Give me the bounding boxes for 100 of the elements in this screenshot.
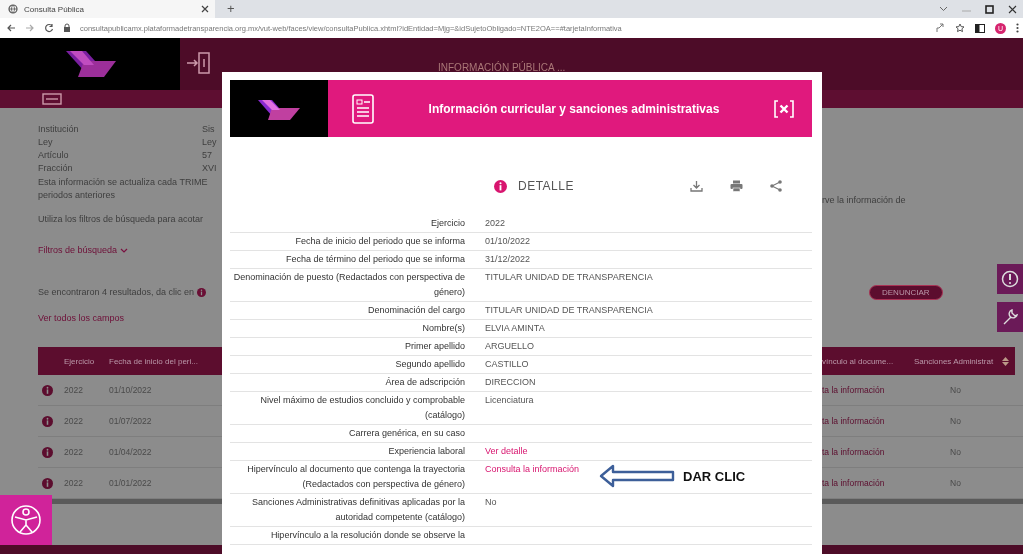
- field-label: Hipervínculo al documento que contenga la trayectoria (Redactados con perspectiva de género): [246, 463, 465, 491]
- field-label: Denominación de puesto (Redactados con perspectiva de género): [232, 271, 465, 299]
- close-icon[interactable]: [1008, 4, 1017, 14]
- all-fields-link[interactable]: Ver todos los campos: [38, 313, 125, 323]
- field-label: Hipervínculo a la resolución donde se observe la: [269, 529, 465, 542]
- table-link[interactable]: ta la información: [822, 478, 910, 488]
- menu-icon[interactable]: [1016, 23, 1019, 33]
- field-value: Licenciatura: [485, 394, 534, 407]
- field-value: ARGUELLO: [485, 340, 535, 353]
- field-label: Experiencia laboral: [387, 445, 465, 458]
- reload-icon[interactable]: [44, 23, 54, 33]
- table-cell: No: [950, 416, 961, 426]
- close-icon[interactable]: [201, 5, 209, 13]
- table-link[interactable]: ta la información: [822, 416, 910, 426]
- table-cell-text: 2022: [64, 385, 84, 395]
- fact-label: Institución: [38, 124, 80, 136]
- fact-label: Ley: [38, 137, 54, 149]
- notice-text: rve la información de: [822, 194, 906, 207]
- field-label: Fecha de inicio del periodo que se informa: [294, 235, 465, 248]
- table-cell-text: 2022: [64, 478, 84, 488]
- table-cell: No: [950, 447, 961, 457]
- info-icon: [494, 179, 507, 193]
- table-cell: No: [950, 385, 961, 395]
- dialog-title: Información curricular y sanciones administrativas: [427, 101, 721, 116]
- tools-button[interactable]: [997, 302, 1023, 332]
- share-icon[interactable]: [770, 180, 782, 192]
- field-label: Segundo apellido: [394, 358, 465, 371]
- column-header[interactable]: Fecha de inicio del peri...: [109, 356, 219, 366]
- table-cell-text: 01/10/2022: [109, 385, 153, 395]
- field-value: TITULAR UNIDAD DE TRANSPARENCIA: [485, 271, 653, 284]
- annotation-text: DAR CLIC: [683, 469, 746, 484]
- back-icon[interactable]: [6, 23, 16, 33]
- field-value: 2022: [485, 217, 506, 230]
- table-cell-text: 2022: [64, 416, 84, 426]
- alert-button[interactable]: [997, 264, 1023, 294]
- browser-tab[interactable]: Consulta Pública: [0, 0, 215, 18]
- field-link[interactable]: Consulta la información: [485, 462, 580, 477]
- field-label: Nombre(s): [421, 322, 465, 335]
- table-cell-text: 01/07/2022: [109, 416, 153, 426]
- column-header[interactable]: Ejercicio: [64, 356, 109, 366]
- star-icon[interactable]: [955, 23, 965, 33]
- sidebar-icon[interactable]: [975, 23, 985, 33]
- filter-hint: Utiliza los filtros de búsqueda para acotar: [38, 213, 204, 226]
- field-label: Sanciones Administrativas definitivas aplicadas por la autoridad competente (catálogo): [250, 496, 465, 524]
- field-value: DIRECCION: [485, 376, 536, 389]
- accessibility-button[interactable]: [0, 495, 52, 545]
- field-link[interactable]: Ver detalle: [485, 444, 528, 459]
- share-icon[interactable]: [935, 23, 945, 33]
- header-title: INFORMACIÓN PÚBLICA ...: [438, 62, 566, 73]
- field-label: Denominación del cargo: [366, 304, 465, 317]
- chevron-down-icon[interactable]: [939, 6, 948, 12]
- notice-text: Esta información se actualiza cada TRIME: [38, 176, 208, 189]
- table-link[interactable]: ta la información: [822, 385, 910, 395]
- info-icon[interactable]: [42, 415, 53, 427]
- sort-icon[interactable]: [1002, 356, 1009, 366]
- report-button[interactable]: DENUNCIAR: [869, 285, 943, 300]
- chevron-down-icon: [120, 247, 129, 253]
- field-label: Primer apellido: [403, 340, 465, 353]
- filters-link[interactable]: Filtros de búsqueda: [38, 245, 129, 255]
- fact-value: 57: [202, 150, 212, 162]
- fact-value: Ley: [202, 137, 217, 149]
- column-header[interactable]: Sanciones Administrat: [914, 356, 1002, 366]
- wrench-icon: [1001, 308, 1019, 326]
- alert-icon: [1001, 270, 1019, 288]
- maximize-icon[interactable]: [985, 4, 994, 14]
- field-value: 31/12/2022: [485, 253, 531, 266]
- info-icon[interactable]: [42, 477, 53, 489]
- document-icon: [352, 93, 374, 124]
- section-title: DETALLE: [518, 179, 574, 193]
- download-icon[interactable]: [690, 180, 703, 192]
- field-label: Área de adscripción: [384, 376, 465, 389]
- info-icon: [197, 288, 207, 297]
- fact-label: Fracción: [38, 163, 74, 175]
- field-value: TITULAR UNIDAD DE TRANSPARENCIA: [485, 304, 653, 317]
- table-cell-text: 01/04/2022: [109, 447, 153, 457]
- info-icon[interactable]: [42, 446, 53, 458]
- field-value: CASTILLO: [485, 358, 529, 371]
- field-label: Carrera genérica, en su caso: [347, 427, 465, 440]
- fact-value: XVI: [202, 163, 217, 175]
- column-header[interactable]: vínculo al docume...: [822, 356, 910, 366]
- notice-text: periodos anteriores: [38, 189, 116, 202]
- new-tab-button[interactable]: +: [227, 2, 235, 16]
- fact-value: Sis: [202, 124, 215, 136]
- field-value: ELVIA AMINTA: [485, 322, 545, 335]
- results-text: Se encontraron 4 resultados, da clic en: [38, 286, 195, 299]
- table-cell-text: 01/01/2022: [109, 478, 153, 488]
- table-cell-text: 2022: [64, 447, 84, 457]
- login-icon[interactable]: [186, 50, 212, 76]
- table-link[interactable]: ta la información: [822, 447, 910, 457]
- globe-icon: [8, 4, 18, 14]
- field-label: Nivel máximo de estudios concluido y comprobable (catálogo): [259, 394, 465, 422]
- field-value: No: [485, 496, 497, 509]
- field-label: Ejercicio: [430, 217, 465, 230]
- field-value: 01/10/2022: [485, 235, 531, 248]
- info-icon[interactable]: [42, 384, 53, 396]
- fact-label: Artículo: [38, 150, 70, 162]
- arrow-icon: [599, 464, 676, 488]
- print-icon[interactable]: [730, 180, 743, 192]
- lock-icon[interactable]: [63, 23, 71, 33]
- table-cell: No: [950, 478, 961, 488]
